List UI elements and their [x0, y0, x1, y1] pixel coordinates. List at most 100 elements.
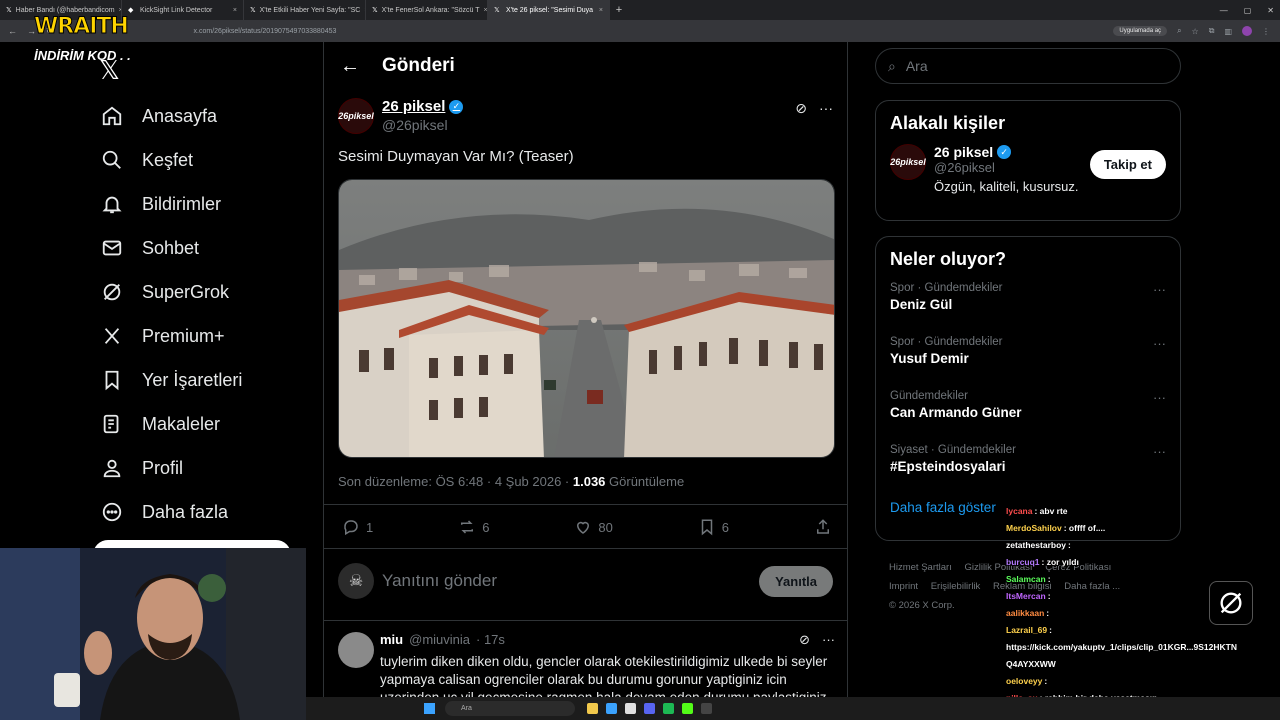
- reply-submit-button[interactable]: Yanıtla: [759, 565, 833, 597]
- close-window-icon[interactable]: ✕: [1267, 6, 1274, 15]
- sidebar-item-home[interactable]: Anasayfa: [100, 94, 242, 138]
- sidebar-item-articles[interactable]: Makaleler: [100, 402, 242, 446]
- maximize-icon[interactable]: ▢: [1244, 6, 1252, 15]
- sidebar-item-profile[interactable]: Profil: [100, 446, 242, 490]
- user-avatar[interactable]: ☠: [338, 563, 374, 599]
- reply-top-actions: ⊘ ···: [799, 632, 835, 648]
- more-options-icon[interactable]: ···: [1153, 390, 1166, 405]
- grok-icon[interactable]: ⊘: [795, 100, 807, 117]
- reply-input[interactable]: Yanıtını gönder: [382, 571, 497, 591]
- extensions-icon[interactable]: ⧉: [1209, 26, 1215, 36]
- menu-kebab-icon[interactable]: ⋮: [1262, 27, 1270, 36]
- more-options-icon[interactable]: ···: [819, 100, 833, 117]
- reply-button[interactable]: 1: [342, 518, 373, 536]
- post-timestamp[interactable]: Son düzenleme: ÖS 6:48 · 4 Şub 2026 ·: [338, 474, 573, 489]
- sidebar-item-more[interactable]: Daha fazla: [100, 490, 242, 534]
- footer-link[interactable]: Imprint: [889, 581, 918, 592]
- more-options-icon[interactable]: ···: [822, 632, 835, 648]
- tab-label: X'te 26 piksel: "Sesimi Duya: [506, 6, 594, 14]
- trend-item[interactable]: Spor · Gündemdekiler Yusuf Demir ···: [876, 332, 1180, 386]
- close-tab-icon[interactable]: ×: [599, 7, 603, 14]
- more-options-icon[interactable]: ···: [1153, 336, 1166, 351]
- edge-icon[interactable]: [606, 703, 617, 714]
- repost-button[interactable]: 6: [458, 518, 489, 536]
- minimize-icon[interactable]: —: [1220, 6, 1228, 15]
- windows-start-icon[interactable]: [424, 703, 435, 714]
- url-field[interactable]: x.com/26piksel/status/201907549703388045…: [194, 28, 337, 35]
- person-icon: [100, 456, 124, 480]
- bell-icon: [100, 192, 124, 216]
- trend-item[interactable]: Gündemdekiler Can Armando Güner ···: [876, 386, 1180, 440]
- town-street-scene: [339, 180, 834, 457]
- follow-button[interactable]: Takip et: [1089, 150, 1166, 179]
- sidebar-item-bookmarks[interactable]: Yer İşaretleri: [100, 358, 242, 402]
- grok-icon[interactable]: ⊘: [799, 632, 810, 648]
- sidebar-item-premium[interactable]: Premium+: [100, 314, 242, 358]
- close-tab-icon[interactable]: ×: [484, 7, 488, 14]
- profile-avatar-icon[interactable]: [1242, 26, 1252, 36]
- post-video[interactable]: [338, 179, 835, 458]
- chat-message: aalikkaan:: [1006, 605, 1280, 622]
- taskbar-search[interactable]: Ara: [445, 701, 575, 716]
- author-handle[interactable]: @26piksel: [382, 117, 463, 133]
- open-in-app-button[interactable]: Uygulamada aç: [1113, 26, 1168, 36]
- like-button[interactable]: 80: [574, 518, 613, 536]
- sidebar-item-label: Yer İşaretleri: [142, 369, 243, 390]
- trend-item[interactable]: Siyaset · Gündemdekiler #Epsteindosyalar…: [876, 440, 1180, 494]
- more-options-icon[interactable]: ···: [1153, 444, 1166, 459]
- reply-time[interactable]: · 17s: [476, 632, 505, 647]
- x-logo-icon[interactable]: 𝕏: [99, 55, 120, 86]
- avatar[interactable]: 26piksel: [890, 144, 926, 180]
- footer-link[interactable]: Erişilebilirlik: [931, 581, 981, 592]
- browser-tab[interactable]: ◆ KickSight Link Detector ×: [122, 0, 244, 20]
- zoom-icon[interactable]: ⌕: [1177, 26, 1181, 36]
- kick-icon[interactable]: [682, 703, 693, 714]
- copyright: © 2026 X Corp.: [889, 600, 955, 611]
- search-icon: ⌕: [888, 57, 896, 74]
- avatar[interactable]: [338, 632, 374, 668]
- sidebar-item-chat[interactable]: Sohbet: [100, 226, 242, 270]
- sidebar-toggle-icon[interactable]: ▥: [1224, 27, 1232, 36]
- sidebar-item-label: Daha fazla: [142, 501, 229, 522]
- related-person[interactable]: 26piksel 26 piksel ✓ @26piksel Özgün, ka…: [876, 134, 1180, 206]
- search-input[interactable]: ⌕ Ara: [875, 48, 1181, 84]
- new-tab-button[interactable]: +: [610, 4, 628, 16]
- more-options-icon[interactable]: ···: [1153, 282, 1166, 297]
- sidebar-item-supergrok[interactable]: SuperGrok: [100, 270, 242, 314]
- share-button[interactable]: [814, 518, 832, 536]
- author-name-link[interactable]: 26 piksel ✓: [382, 98, 464, 115]
- chrome-icon[interactable]: [625, 703, 636, 714]
- x-favicon-icon: 𝕏: [6, 7, 12, 14]
- discord-icon[interactable]: [644, 703, 655, 714]
- back-icon[interactable]: ←: [8, 26, 17, 37]
- sidebar-item-label: Profil: [142, 457, 184, 478]
- sidebar-item-notifications[interactable]: Bildirimler: [100, 182, 242, 226]
- obs-icon[interactable]: [701, 703, 712, 714]
- star-icon[interactable]: ☆: [1192, 27, 1199, 36]
- chat-username: burcuq1: [1006, 557, 1040, 567]
- engagement-bar: 1 6 80 6: [342, 518, 832, 536]
- bookmark-button[interactable]: 6: [698, 518, 729, 536]
- sidebar-item-explore[interactable]: Keşfet: [100, 138, 242, 182]
- footer-link[interactable]: Hizmet Şartları: [889, 562, 952, 573]
- chat-username: ItsMercan: [1006, 591, 1046, 601]
- avatar[interactable]: 26piksel: [338, 98, 374, 134]
- kicksight-favicon-icon: ◆: [128, 7, 134, 14]
- spotify-icon[interactable]: [663, 703, 674, 714]
- verified-badge-icon: ✓: [449, 99, 464, 114]
- related-people-card: Alakalı kişiler 26piksel 26 piksel ✓ @26…: [875, 100, 1181, 221]
- file-explorer-icon[interactable]: [587, 703, 598, 714]
- reply-author-name[interactable]: miu: [380, 632, 403, 647]
- browser-tab-active[interactable]: 𝕏 X'te 26 piksel: "Sesimi Duya ×: [488, 0, 610, 20]
- browser-tab[interactable]: 𝕏X'te Etkili Haber Yeni Sayfa: "SC×: [244, 0, 366, 20]
- browser-tab[interactable]: 𝕏 X'te FenerSol Ankara: "Sözcü T ×: [366, 0, 488, 20]
- trend-item[interactable]: Spor · Gündemdekiler Deniz Gül ···: [876, 278, 1180, 332]
- person-name[interactable]: 26 piksel: [934, 144, 993, 160]
- bookmark-icon: [100, 368, 124, 392]
- back-arrow-icon[interactable]: ←: [340, 55, 360, 78]
- close-tab-icon[interactable]: ×: [233, 7, 237, 14]
- verified-badge-icon: ✓: [997, 145, 1012, 159]
- reply-author-handle[interactable]: @miuvinia: [409, 632, 470, 647]
- chat-message: lycana: abv rte: [1006, 503, 1280, 520]
- sidebar-item-label: SuperGrok: [142, 281, 230, 302]
